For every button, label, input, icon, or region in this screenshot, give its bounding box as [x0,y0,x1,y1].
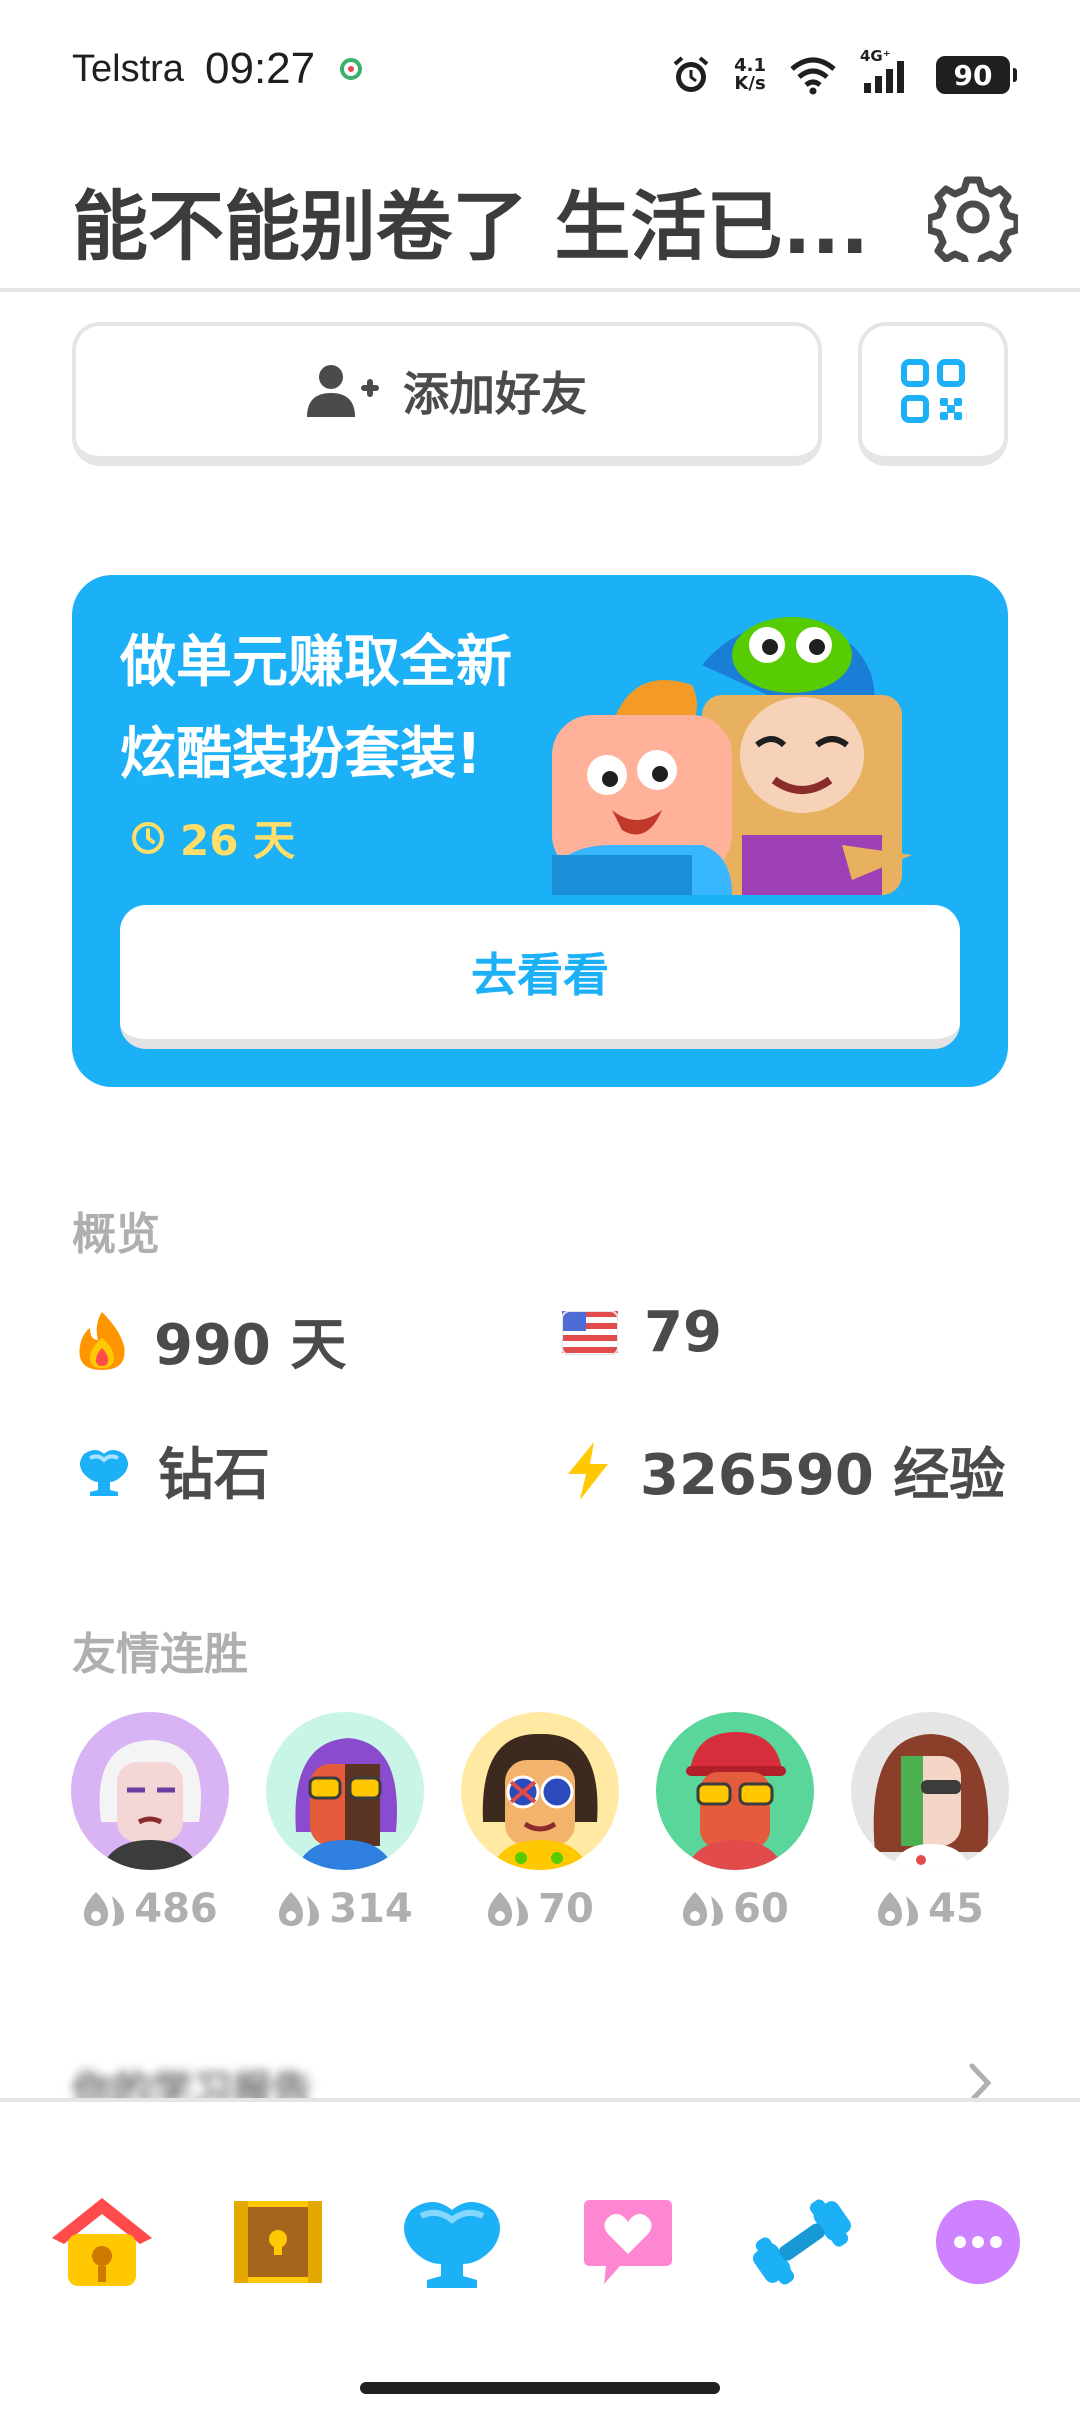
nav-leagues[interactable] [392,2182,512,2302]
us-flag-icon [562,1310,618,1355]
friend-streak-count: 486 [70,1886,230,1932]
streak-value: 990 天 [154,1313,347,1378]
friend-avatar-3 [461,1712,619,1870]
course-stat: 79 [562,1300,722,1365]
blurred-section-title[interactable]: 你的学习报告 [72,2058,372,2114]
net-speed: 4.1 K/s [734,57,766,93]
battery-indicator: 90 [936,56,1017,94]
friend-streak-value: 60 [733,1886,789,1932]
status-icons: 4.1 K/s 4G⁺ 90 [670,47,1017,100]
xp-stat: 326590 经验 [562,1430,1005,1511]
league-value: 钻石 [158,1443,270,1508]
qr-code-icon [901,359,965,423]
friend-streak-icon [683,1892,724,1926]
header-divider [0,288,1080,292]
home-indicator [360,2382,720,2394]
friend-streak-value: 45 [928,1886,984,1932]
overview-title: 概览 [72,1209,160,1260]
home-icon [52,2198,152,2286]
nav-friends-hearts[interactable] [568,2182,688,2302]
friend-streak-icon [878,1892,919,1926]
add-user-icon [307,365,379,417]
clock: 09:27 [205,44,316,93]
friend-streak-count: 60 [655,1886,815,1932]
dumbbell-icon [753,2199,851,2285]
streak-stat: 990 天 [76,1300,346,1381]
friend-streak-item[interactable]: 486 [70,1712,230,1932]
friend-streak-icon [84,1892,125,1926]
carrier-name: Telstra [72,48,184,90]
friend-streaks-title: 友情连胜 [72,1629,248,1680]
friend-streak-item[interactable]: 60 [655,1712,815,1932]
lightning-icon [568,1441,608,1500]
heart-icon [584,2200,672,2284]
course-value: 79 [644,1300,722,1365]
friend-streak-count: 70 [460,1886,620,1932]
cell-signal-icon: 4G⁺ [860,47,914,95]
friend-streak-value: 486 [134,1886,218,1932]
diamond-league-icon [80,1449,128,1496]
promo-card: 做单元赚取全新 炫酷装扮套装! 26 天 去看看 [72,575,1008,1087]
more-icon [936,2200,1020,2284]
friend-streak-count: 314 [265,1886,425,1932]
net-speed-unit: K/s [734,73,766,94]
league-icon [404,2202,500,2288]
friend-streak-count: 45 [850,1886,1010,1932]
bottom-navigation [0,2098,1080,2424]
friend-streak-item[interactable]: 45 [850,1712,1010,1932]
location-icon [340,58,362,80]
nav-practice[interactable] [742,2182,862,2302]
timer-icon [132,821,164,854]
treasure-chest-icon [234,2201,322,2283]
friend-streak-value: 70 [538,1886,594,1932]
nav-more[interactable] [918,2182,1038,2302]
friend-avatar-4 [656,1712,814,1870]
add-friend-button[interactable]: 添加好友 [72,322,822,466]
friend-streak-item[interactable]: 314 [265,1712,425,1932]
page-title: 能不能别卷了 生活已... [72,182,870,271]
promo-days-left: 26 天 [180,816,296,865]
status-bar: Telstra 09:27 4.1 K/s 4G⁺ 90 [0,0,1080,150]
friend-streak-value: 314 [329,1886,413,1932]
promo-view-button[interactable]: 去看看 [120,905,960,1049]
wifi-icon [790,57,836,95]
nav-home[interactable] [42,2182,162,2302]
friend-streak-icon [279,1892,320,1926]
friend-streak-icon [488,1892,529,1926]
xp-value: 326590 经验 [640,1443,1006,1508]
characters-illustration [552,617,912,895]
friend-avatar-1 [71,1712,229,1870]
add-friend-label: 添加好友 [403,367,587,421]
friend-streak-item[interactable]: 70 [460,1712,620,1932]
settings-gear-icon[interactable] [928,172,1018,262]
league-stat: 钻石 [76,1430,270,1511]
flame-icon [79,1311,125,1370]
alarm-icon [673,56,709,92]
promo-countdown: 26 天 [130,807,295,868]
friend-avatar-5 [851,1712,1009,1870]
qr-code-button[interactable] [858,322,1008,466]
nav-chest[interactable] [218,2182,338,2302]
friend-avatar-2 [266,1712,424,1870]
